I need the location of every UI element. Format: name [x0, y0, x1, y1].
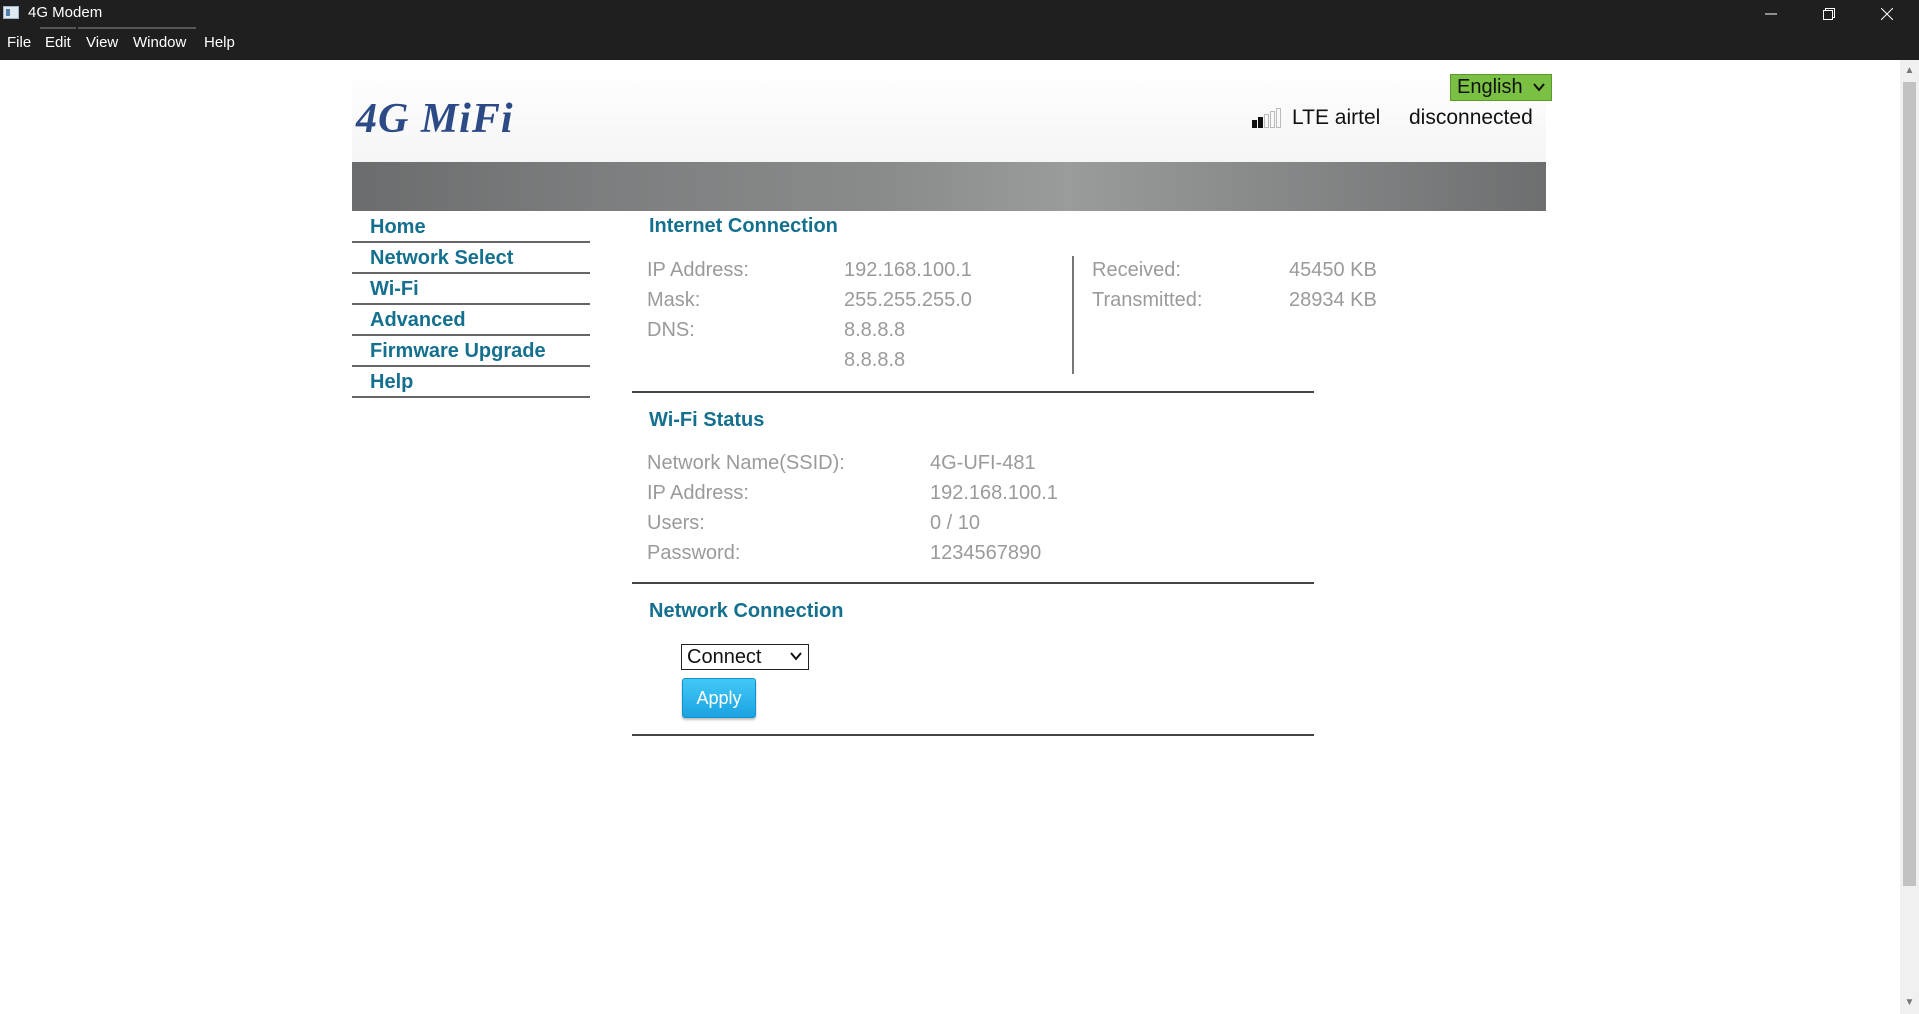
nav-network-select[interactable]: Network Select [352, 243, 590, 274]
dns-secondary-value: 8.8.8.8 [844, 349, 906, 371]
menu-divider [78, 27, 196, 29]
language-value: English [1457, 76, 1523, 98]
connection-status: disconnected [1409, 106, 1533, 129]
internet-connection-title: Internet Connection [649, 215, 838, 237]
section-divider [632, 391, 1314, 393]
mask-value: 255.255.255.0 [844, 289, 972, 311]
nav-label: Wi-Fi [370, 278, 419, 300]
nav-label: Firmware Upgrade [370, 340, 546, 362]
language-select[interactable]: English [1450, 74, 1552, 101]
app-icon [3, 6, 19, 19]
wifi-ip-value: 192.168.100.1 [930, 482, 1058, 504]
transmitted-label: Transmitted: [1092, 289, 1203, 311]
vertical-scrollbar[interactable]: ▲ ▼ [1900, 60, 1919, 1014]
users-label: Users: [647, 512, 705, 534]
minimize-button[interactable] [1742, 0, 1800, 28]
dns-label: DNS: [647, 319, 695, 341]
window-title: 4G Modem [28, 4, 103, 21]
ip-address-value: 192.168.100.1 [844, 259, 972, 281]
menu-edit[interactable]: Edit [45, 34, 71, 51]
nav-advanced[interactable]: Advanced [352, 305, 590, 336]
password-label: Password: [647, 542, 741, 564]
password-value: 1234567890 [930, 542, 1042, 564]
chevron-down-icon [790, 652, 802, 661]
menu-divider [40, 27, 76, 29]
menu-view[interactable]: View [86, 34, 118, 51]
users-value: 0 / 10 [930, 512, 981, 534]
network-operator: LTE airtel [1292, 106, 1381, 129]
section-divider [632, 582, 1314, 584]
restore-icon [1823, 8, 1835, 20]
ip-address-label: IP Address: [647, 259, 749, 281]
section-divider [632, 734, 1314, 736]
header-banner [352, 162, 1546, 211]
signal-strength-icon [1252, 108, 1282, 128]
scroll-down-icon[interactable]: ▼ [1903, 996, 1916, 1010]
scroll-up-icon[interactable]: ▲ [1903, 64, 1916, 78]
nav-label: Network Select [370, 247, 514, 269]
network-connection-title: Network Connection [649, 600, 844, 622]
logo: 4G MiFi [356, 96, 514, 142]
menu-help[interactable]: Help [204, 34, 235, 51]
nav-label: Home [370, 216, 426, 238]
nav-label: Advanced [370, 309, 466, 331]
transmitted-value: 28934 KB [1289, 289, 1377, 311]
scroll-thumb[interactable] [1903, 82, 1916, 886]
mask-label: Mask: [647, 289, 701, 311]
restore-button[interactable] [1800, 0, 1858, 28]
column-divider [1072, 256, 1074, 374]
close-icon [1881, 8, 1893, 20]
ssid-value: 4G-UFI-481 [930, 452, 1036, 474]
apply-button[interactable]: Apply [682, 678, 756, 718]
wifi-ip-label: IP Address: [647, 482, 749, 504]
nav-wifi[interactable]: Wi-Fi [352, 274, 590, 305]
menu-window[interactable]: Window [133, 34, 186, 51]
dns-primary-value: 8.8.8.8 [844, 319, 906, 341]
minimize-icon [1765, 13, 1777, 15]
nav-home[interactable]: Home [352, 212, 590, 243]
received-value: 45450 KB [1289, 259, 1377, 281]
window-titlebar: 4G Modem File Edit View Window Help [0, 0, 1919, 60]
wifi-status-title: Wi-Fi Status [649, 409, 765, 431]
received-label: Received: [1092, 259, 1181, 281]
menu-file[interactable]: File [7, 34, 31, 51]
nav-label: Help [370, 371, 414, 393]
connection-mode-value: Connect [687, 646, 762, 668]
close-button[interactable] [1858, 0, 1916, 28]
nav-firmware-upgrade[interactable]: Firmware Upgrade [352, 336, 590, 367]
nav-help[interactable]: Help [352, 367, 590, 398]
connection-mode-select[interactable]: Connect [681, 644, 809, 670]
ssid-label: Network Name(SSID): [647, 452, 845, 474]
chevron-down-icon [1533, 83, 1545, 92]
